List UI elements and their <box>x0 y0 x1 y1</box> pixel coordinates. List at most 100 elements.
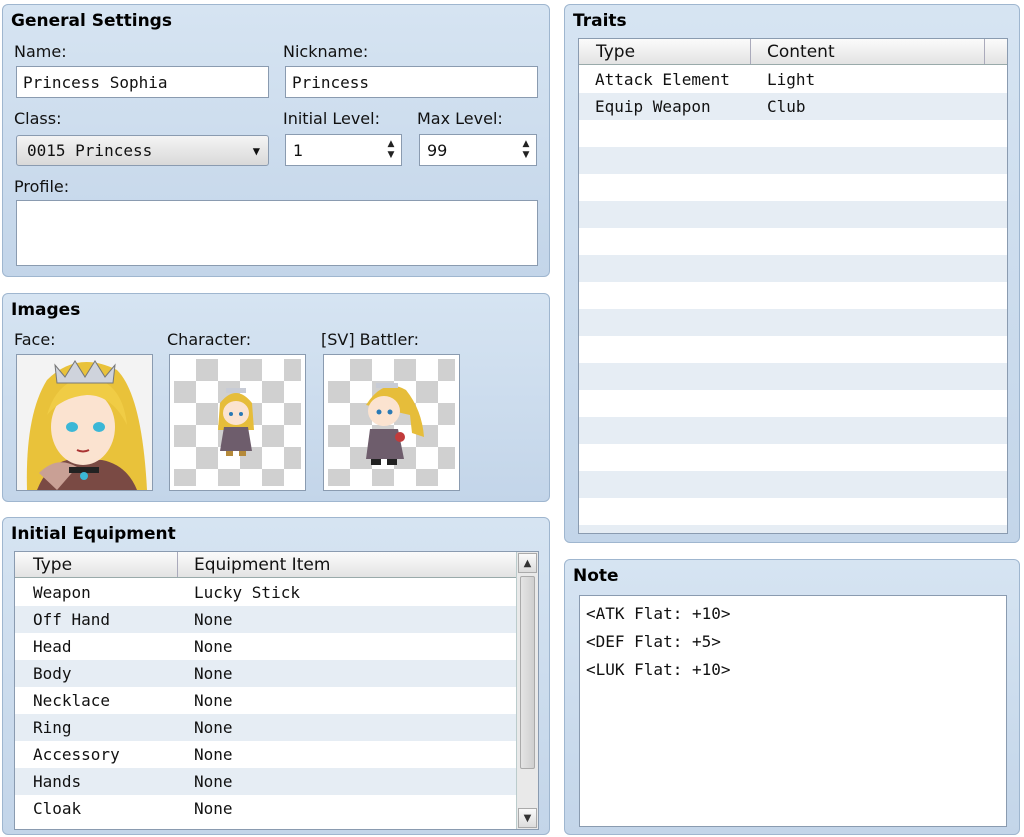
column-header-content[interactable]: Content <box>767 42 835 62</box>
table-row[interactable] <box>579 417 1007 444</box>
traits-table[interactable]: Type Content Attack Element Light Equip We… <box>578 38 1008 534</box>
class-label: Class: <box>14 109 62 128</box>
battler-label: [SV] Battler: <box>321 330 419 349</box>
table-row[interactable] <box>579 147 1007 174</box>
note-textarea[interactable]: <ATK Flat: +10> <DEF Flat: +5> <LUK Flat… <box>579 595 1007 827</box>
equipment-table-header: Type Equipment Item <box>15 552 516 578</box>
table-row[interactable] <box>579 363 1007 390</box>
equipment-item-cell: None <box>194 637 233 656</box>
character-image[interactable] <box>169 354 306 491</box>
column-header-type[interactable]: Type <box>33 555 72 575</box>
face-image[interactable] <box>16 354 153 491</box>
equipment-type-cell: Head <box>33 637 72 656</box>
table-row[interactable] <box>579 444 1007 471</box>
class-select-value: 0015 Princess <box>27 141 153 160</box>
max-level-label: Max Level: <box>417 109 503 128</box>
chevron-down-icon: ▼ <box>252 143 260 158</box>
face-label: Face: <box>14 330 56 349</box>
name-field[interactable]: Princess Sophia <box>16 66 269 98</box>
table-row[interactable] <box>579 498 1007 525</box>
equipment-table[interactable]: Type Equipment Item Weapon Lucky Stick Off… <box>14 551 539 830</box>
table-row[interactable] <box>579 201 1007 228</box>
initial-level-value: 1 <box>293 140 304 160</box>
table-row[interactable] <box>579 282 1007 309</box>
traits-title: Traits <box>573 11 627 31</box>
column-divider <box>177 552 178 577</box>
table-row[interactable] <box>579 336 1007 363</box>
table-row[interactable] <box>579 525 1007 533</box>
initial-equipment-title: Initial Equipment <box>11 524 176 544</box>
profile-textarea[interactable] <box>16 200 538 266</box>
table-row[interactable]: Equip Weapon Club <box>579 93 1007 120</box>
table-row[interactable] <box>579 390 1007 417</box>
trait-content-cell: Club <box>767 97 806 116</box>
note-line: <ATK Flat: +10> <box>586 604 731 623</box>
max-level-spinner[interactable]: 99 ▲ ▼ <box>419 134 537 166</box>
equipment-type-cell: Necklace <box>33 691 111 710</box>
general-settings-title: General Settings <box>11 11 172 31</box>
initial-level-spinner[interactable]: 1 ▲ ▼ <box>285 134 402 166</box>
profile-label: Profile: <box>14 177 70 196</box>
equipment-type-cell: Body <box>33 664 72 683</box>
initial-equipment-panel: Initial Equipment Type Equipment Item We… <box>2 517 550 835</box>
max-level-value: 99 <box>427 140 448 160</box>
equipment-type-cell: Accessory <box>33 745 120 764</box>
trait-content-cell: Light <box>767 70 816 89</box>
images-panel: Images Face: Character: [SV] Battler: <box>2 293 550 502</box>
class-select[interactable]: 0015 Princess ▼ <box>16 135 269 166</box>
trait-type-cell: Equip Weapon <box>595 97 711 116</box>
note-line: <LUK Flat: +10> <box>586 660 731 679</box>
traits-table-header: Type Content <box>579 39 1007 65</box>
equipment-item-cell: None <box>194 799 233 818</box>
equipment-type-cell: Cloak <box>33 799 82 818</box>
equipment-item-cell: None <box>194 718 233 737</box>
princess-face-portrait <box>17 355 152 490</box>
table-row[interactable]: Off Hand None <box>15 606 516 633</box>
note-panel: Note <ATK Flat: +10> <DEF Flat: +5> <LUK… <box>564 559 1020 835</box>
table-row[interactable]: Body None <box>15 660 516 687</box>
table-row[interactable]: Cloak None <box>15 795 516 822</box>
equipment-type-cell: Weapon <box>33 583 91 602</box>
battler-image[interactable] <box>323 354 460 491</box>
scroll-up-arrow-icon[interactable]: ▲ <box>518 553 537 573</box>
equipment-item-cell: None <box>194 691 233 710</box>
scroll-thumb[interactable] <box>520 576 535 769</box>
battler-sprite <box>366 383 424 465</box>
column-divider <box>750 39 751 64</box>
spin-arrows-icon[interactable]: ▲ ▼ <box>385 136 397 164</box>
column-divider <box>984 39 985 64</box>
table-row[interactable]: Ring None <box>15 714 516 741</box>
table-row[interactable]: Attack Element Light <box>579 66 1007 93</box>
equipment-type-cell: Hands <box>33 772 82 791</box>
note-line: <DEF Flat: +5> <box>586 632 721 651</box>
character-sprite <box>218 388 254 456</box>
general-settings-panel: General Settings Name: Princess Sophia N… <box>2 4 550 277</box>
equipment-item-cell: None <box>194 745 233 764</box>
column-header-equipment-item[interactable]: Equipment Item <box>194 555 330 575</box>
column-header-type[interactable]: Type <box>596 42 635 62</box>
scroll-down-arrow-icon[interactable]: ▼ <box>518 808 537 828</box>
equipment-item-cell: None <box>194 610 233 629</box>
table-row[interactable]: Head None <box>15 633 516 660</box>
spin-arrows-icon[interactable]: ▲ ▼ <box>520 136 532 164</box>
table-row[interactable] <box>579 471 1007 498</box>
table-row[interactable] <box>579 120 1007 147</box>
character-label: Character: <box>167 330 252 349</box>
table-row[interactable]: Necklace None <box>15 687 516 714</box>
nickname-field[interactable]: Princess <box>285 66 538 98</box>
table-row[interactable]: Weapon Lucky Stick <box>15 579 516 606</box>
equipment-type-cell: Off Hand <box>33 610 111 629</box>
table-row[interactable] <box>579 174 1007 201</box>
equipment-type-cell: Ring <box>33 718 72 737</box>
table-row[interactable] <box>579 309 1007 336</box>
trait-type-cell: Attack Element <box>595 70 730 89</box>
table-row[interactable] <box>579 228 1007 255</box>
name-label: Name: <box>14 42 67 61</box>
note-title: Note <box>573 566 619 586</box>
equipment-scrollbar[interactable]: ▲ ▼ <box>516 552 538 829</box>
table-row[interactable]: Accessory None <box>15 741 516 768</box>
nickname-label: Nickname: <box>283 42 369 61</box>
table-row[interactable]: Hands None <box>15 768 516 795</box>
table-row[interactable] <box>579 255 1007 282</box>
initial-level-label: Initial Level: <box>283 109 380 128</box>
